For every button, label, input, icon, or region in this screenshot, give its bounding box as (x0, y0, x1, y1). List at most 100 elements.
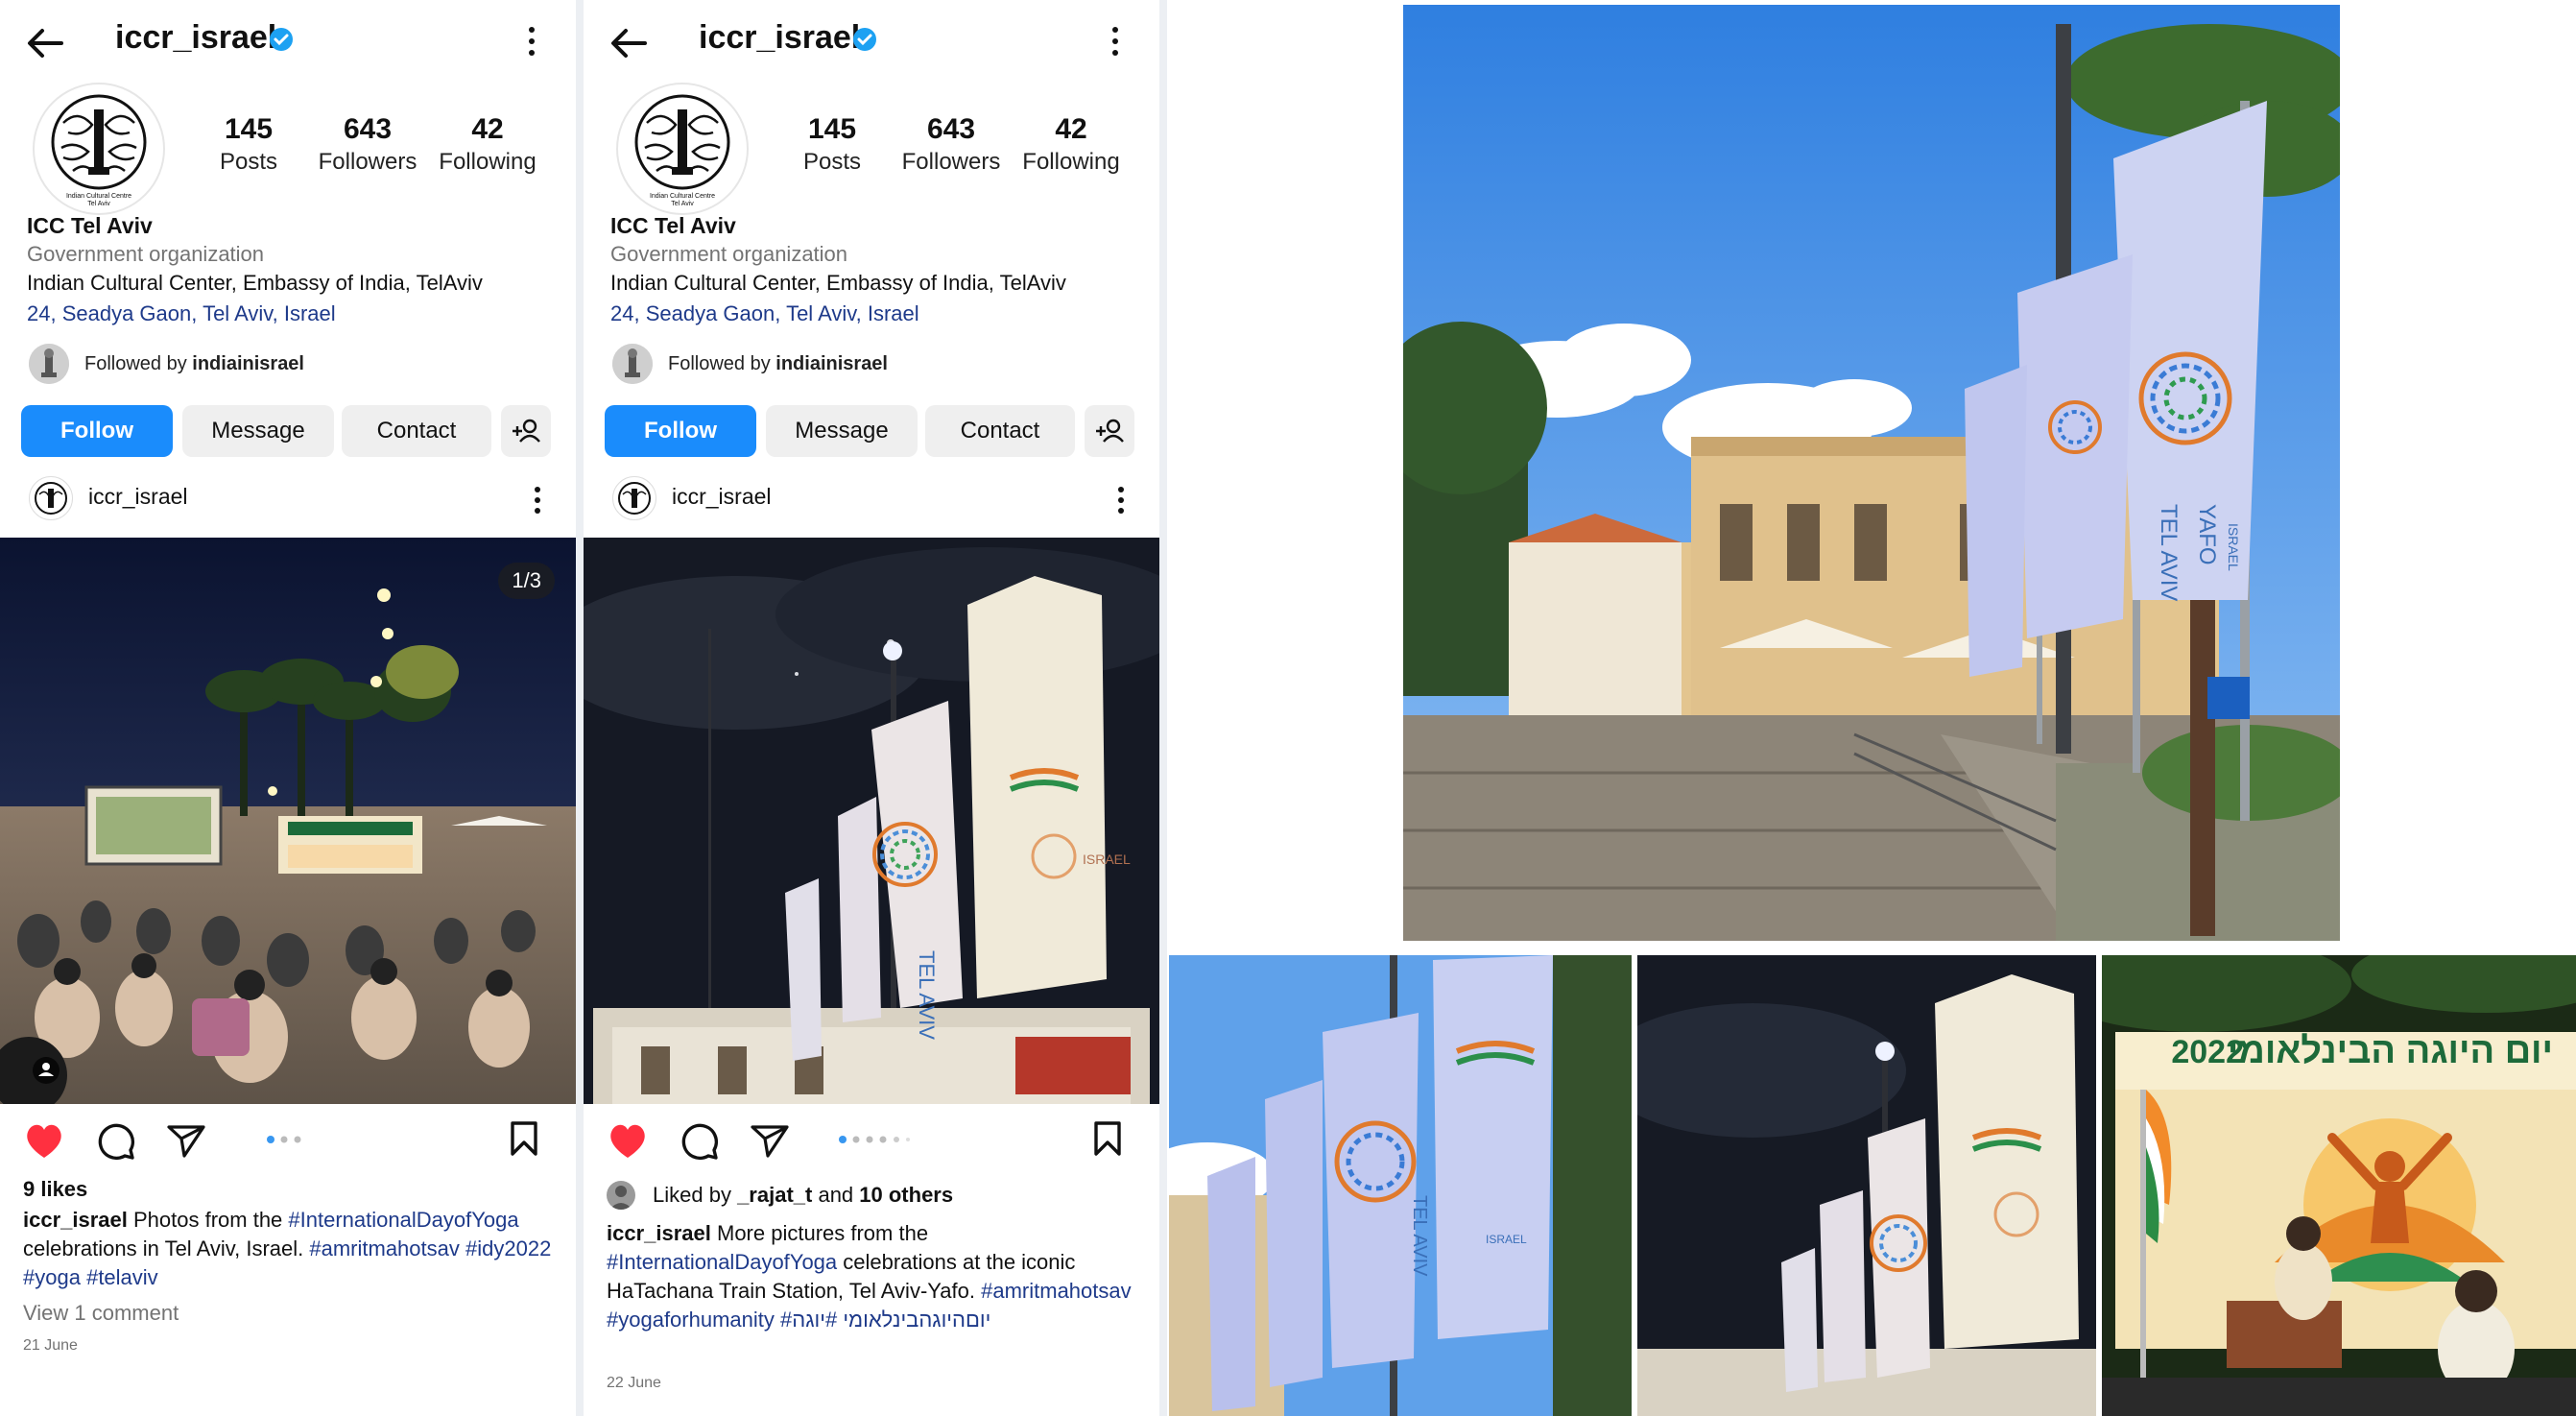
bookmark-icon[interactable] (1090, 1119, 1125, 1158)
follow-button[interactable]: Follow (21, 405, 173, 457)
post-photo-yoga-night[interactable]: 1/3 (0, 538, 576, 1104)
flag-text: YAFO (2194, 504, 2220, 565)
share-send-icon[interactable] (165, 1121, 207, 1160)
comment-icon[interactable] (96, 1121, 136, 1162)
post-author-avatar[interactable] (612, 476, 656, 520)
followed-by-text[interactable]: Followed by indiainisrael (668, 353, 888, 375)
liked-by-user[interactable]: _rajat_t (737, 1183, 812, 1207)
profile-username: iccr_israel (115, 19, 277, 56)
post-options-icon[interactable] (1117, 486, 1125, 515)
more-options-icon[interactable] (1109, 25, 1121, 58)
iccr-logo-small-icon (35, 482, 67, 515)
profile-address-link[interactable]: 24, Seadya Gaon, Tel Aviv, Israel (27, 301, 336, 326)
post-date: 22 June (607, 1375, 661, 1391)
more-options-icon[interactable] (526, 25, 537, 58)
hashtag-link[interactable]: #telaviv (86, 1265, 158, 1289)
post-actions (584, 1116, 1159, 1164)
hashtag-link[interactable]: #amritmahotsav (981, 1279, 1132, 1303)
flag-text: TEL AVIV (915, 950, 939, 1040)
post-author-name[interactable]: iccr_israel (88, 484, 188, 510)
profile-category: Government organization (27, 242, 265, 266)
followers-count[interactable]: 643 Followers (889, 113, 1014, 179)
hashtag-link[interactable]: #idy2022 (465, 1236, 551, 1260)
yoga-event-photo (0, 538, 576, 1104)
liker-avatar[interactable] (607, 1181, 635, 1210)
followers-number: 643 (926, 113, 976, 145)
carousel-counter: 1/3 (498, 563, 555, 599)
followers-label: Followers (318, 149, 417, 175)
liked-by-others[interactable]: 10 others (859, 1183, 953, 1207)
person-avatar-icon (609, 1186, 632, 1210)
profile-header: iccr_israel (584, 0, 1159, 83)
follower-avatar[interactable] (612, 344, 653, 384)
flag-text: TEL AVIV (1409, 1195, 1430, 1277)
add-person-icon (1096, 419, 1124, 443)
post-author-name[interactable]: iccr_israel (672, 484, 772, 510)
post-photo-flags-night[interactable]: TEL AVIV ISRAEL (584, 538, 1159, 1104)
stage-banner-title: יום היוגה הבינלאומי (2228, 1031, 2553, 1071)
svg-text:Tel Aviv: Tel Aviv (671, 201, 694, 207)
hashtag-link[interactable]: #yogaforhumanity (607, 1308, 775, 1332)
profile-bio: Indian Cultural Center, Embassy of India… (610, 271, 1066, 295)
caption-text: celebrations in Tel Aviv, Israel. (23, 1236, 310, 1260)
stage-banner-year: 2022 (2171, 1034, 2244, 1070)
yoga-day-stage-image: יום היוגה הבינלאומי 2022 (2102, 955, 2576, 1416)
posts-count[interactable]: 145 Posts (186, 113, 311, 179)
carousel-dots-icon (839, 1136, 910, 1143)
liked-by-mid: and (812, 1183, 860, 1207)
flags-night-closeup-image (1637, 955, 2096, 1416)
heart-liked-icon[interactable] (23, 1121, 65, 1160)
profile-avatar[interactable]: Indian Cultural Centre Tel Aviv (616, 83, 749, 215)
suggest-people-button[interactable] (1085, 405, 1134, 457)
iccr-logo-icon: Indian Cultural Centre Tel Aviv (634, 94, 730, 207)
carousel-dots-icon (267, 1136, 301, 1143)
follow-button[interactable]: Follow (605, 405, 756, 457)
flag-text: ISRAEL (1486, 1233, 1527, 1246)
bookmark-icon[interactable] (507, 1119, 541, 1158)
profile-address-link[interactable]: 24, Seadya Gaon, Tel Aviv, Israel (610, 301, 919, 326)
svg-text:Tel Aviv: Tel Aviv (87, 201, 110, 207)
hashtag-link[interactable]: #יוגה (792, 1308, 837, 1332)
followed-by-prefix: Followed by (84, 353, 193, 374)
suggest-people-button[interactable] (501, 405, 551, 457)
hashtag-link[interactable]: #InternationalDayofYoga (288, 1208, 518, 1232)
profile-bio: Indian Cultural Center, Embassy of India… (27, 271, 483, 295)
panel-divider (576, 0, 584, 1416)
posts-count[interactable]: 145 Posts (770, 113, 894, 179)
comment-icon[interactable] (680, 1121, 720, 1162)
followers-count[interactable]: 643 Followers (305, 113, 430, 179)
back-arrow-icon[interactable] (23, 21, 67, 65)
back-arrow-icon[interactable] (607, 21, 651, 65)
profile-header: iccr_israel (0, 0, 576, 83)
message-button[interactable]: Message (182, 405, 334, 457)
followed-by-user: indiainisrael (775, 353, 888, 374)
likes-count[interactable]: 9 likes (23, 1177, 87, 1202)
followed-by-text[interactable]: Followed by indiainisrael (84, 353, 304, 375)
instagram-post-panel-1: iccr_israel Indian Cultural Centre Tel A… (0, 0, 576, 1416)
follower-avatar[interactable] (29, 344, 69, 384)
collage-photo-flags-day: TEL AVIV ISRAEL (1169, 955, 1632, 1416)
heart-liked-icon[interactable] (607, 1121, 649, 1160)
following-count[interactable]: 42 Following (1009, 113, 1133, 179)
following-count[interactable]: 42 Following (425, 113, 550, 179)
contact-button[interactable]: Contact (342, 405, 491, 457)
profile-name: ICC Tel Aviv (610, 213, 736, 238)
profile-avatar[interactable]: Indian Cultural Centre Tel Aviv (33, 83, 165, 215)
liked-by-text[interactable]: Liked by _rajat_t and 10 others (653, 1183, 953, 1208)
share-send-icon[interactable] (749, 1121, 791, 1160)
instagram-post-panel-2: iccr_israel Indian Cultural Centre Tel A… (584, 0, 1159, 1416)
post-author-avatar[interactable] (29, 476, 73, 520)
flags-day-closeup-image: TEL AVIV ISRAEL (1169, 955, 1632, 1416)
profile-category: Government organization (610, 242, 848, 266)
verified-badge-icon (270, 28, 293, 51)
message-button[interactable]: Message (766, 405, 918, 457)
caption-username[interactable]: iccr_israel (607, 1221, 711, 1245)
caption-username[interactable]: iccr_israel (23, 1208, 128, 1232)
hashtag-link[interactable]: #InternationalDayofYoga (607, 1250, 837, 1274)
hashtag-link[interactable]: #amritmahotsav (309, 1236, 460, 1260)
hashtag-link[interactable]: #yoga (23, 1265, 81, 1289)
svg-text:Indian Cultural Centre: Indian Cultural Centre (66, 193, 131, 200)
view-comments-link[interactable]: View 1 comment (23, 1301, 179, 1326)
post-options-icon[interactable] (534, 486, 541, 515)
contact-button[interactable]: Contact (925, 405, 1075, 457)
